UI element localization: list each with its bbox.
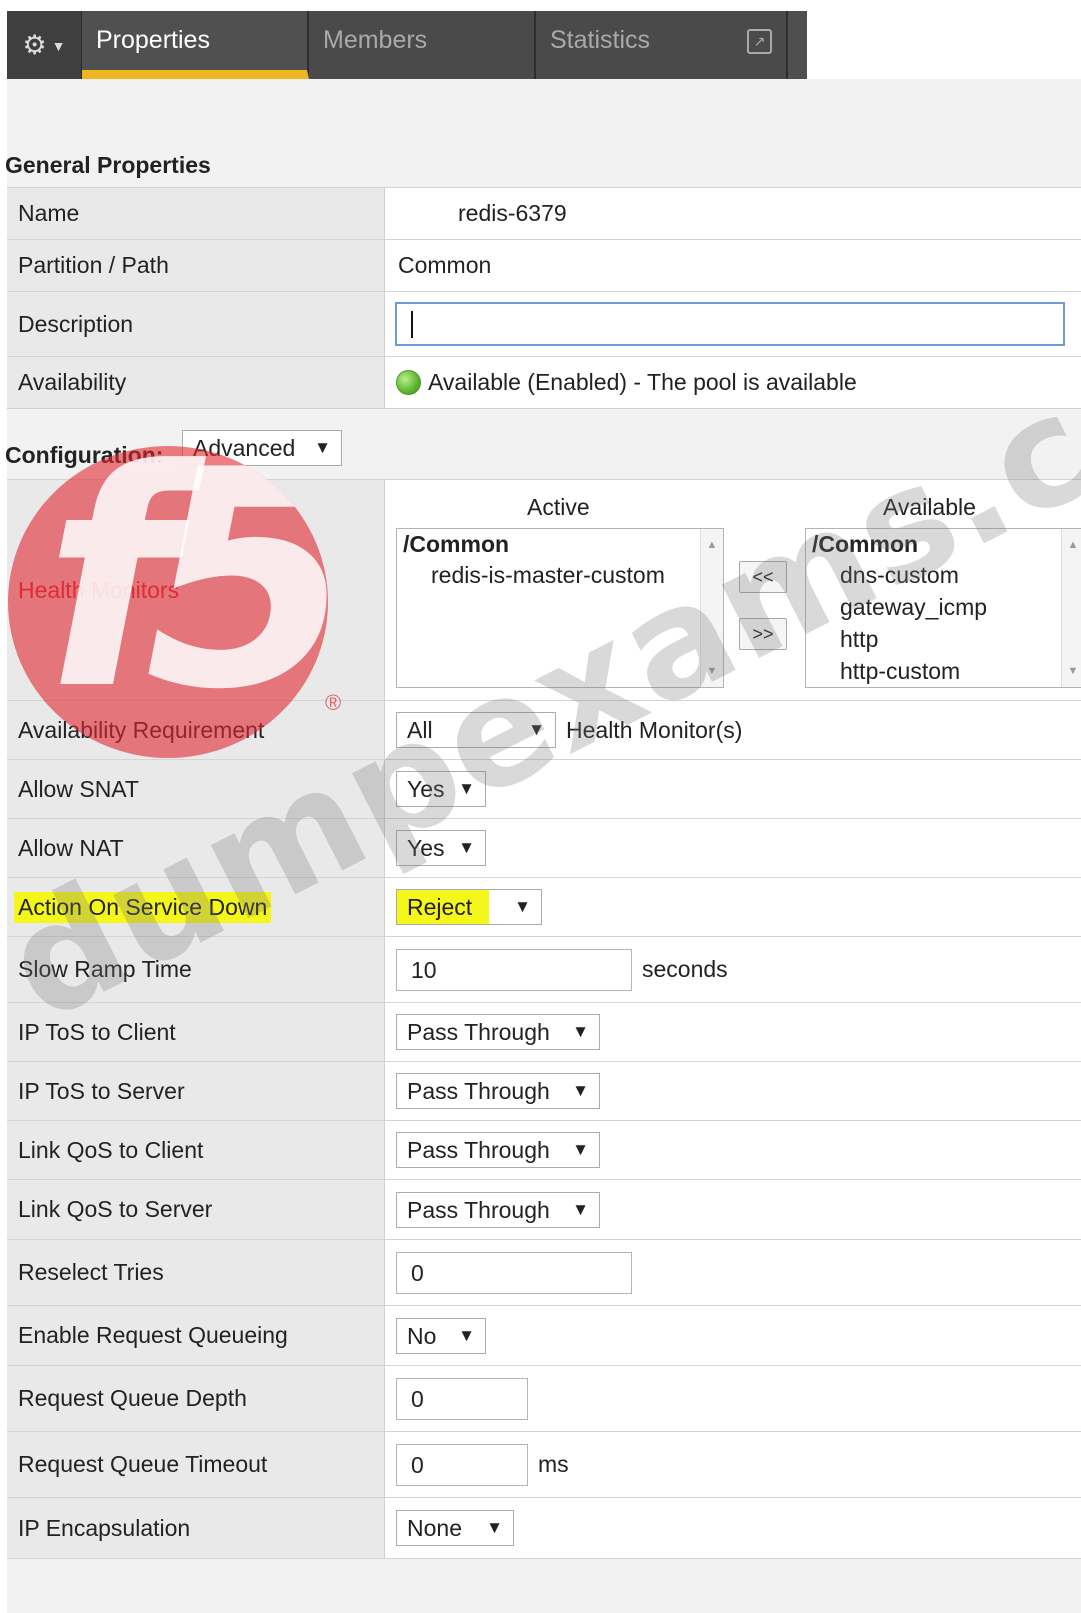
row-name: Name redis-6379 [7, 187, 1081, 239]
gear-icon: ⚙ [22, 30, 47, 60]
tab-members-label: Members [323, 26, 428, 54]
chevron-down-icon: ▼ [572, 1199, 589, 1219]
tab-statistics[interactable]: Statistics ↗ [536, 11, 788, 79]
request-queue-depth-input[interactable]: 0 [396, 1377, 528, 1420]
row-link-qos-client: Link QoS to Client Pass Through ▼ [7, 1120, 1081, 1179]
row-ip-tos-server: IP ToS to Server Pass Through ▼ [7, 1061, 1081, 1120]
slow-ramp-time-input[interactable]: 10 [396, 948, 632, 991]
f5-logo-watermark: f5 [8, 446, 328, 758]
slow-ramp-time-value: 10 [411, 956, 437, 983]
link-qos-server-label: Link QoS to Server [7, 1180, 385, 1239]
ip-encapsulation-select[interactable]: None ▼ [396, 1510, 514, 1546]
request-queue-timeout-unit: ms [538, 1451, 569, 1477]
chevron-down-icon: ▼ [572, 1081, 589, 1100]
availability-value: Available (Enabled) - The pool is availa… [428, 369, 857, 395]
gear-menu-button[interactable]: ⚙ ▼ [7, 11, 82, 79]
request-queue-timeout-label: Request Queue Timeout [7, 1432, 385, 1497]
request-queue-depth-label: Request Queue Depth [7, 1366, 385, 1431]
ip-encapsulation-label: IP Encapsulation [7, 1498, 385, 1558]
footer-band [7, 1559, 1081, 1613]
enable-request-queueing-value: No [407, 1322, 437, 1349]
row-ip-encapsulation: IP Encapsulation None ▼ [7, 1497, 1081, 1559]
chevron-down-icon: ▼ [572, 1140, 589, 1159]
chevron-down-icon: ▼ [51, 38, 66, 54]
row-reselect-tries: Reselect Tries 0 [7, 1239, 1081, 1305]
ip-tos-server-select[interactable]: Pass Through ▼ [396, 1073, 600, 1109]
request-queue-timeout-value: 0 [411, 1451, 424, 1478]
reselect-tries-label: Reselect Tries [7, 1240, 385, 1305]
description-label: Description [7, 292, 385, 356]
row-link-qos-server: Link QoS to Server Pass Through ▼ [7, 1179, 1081, 1239]
chevron-down-icon: ▼ [458, 1325, 475, 1345]
ip-tos-server-label: IP ToS to Server [7, 1062, 385, 1120]
name-label: Name [7, 188, 385, 239]
link-qos-client-label: Link QoS to Client [7, 1121, 385, 1179]
action-on-service-down-value: Reject [397, 890, 489, 924]
row-availability: Availability Available (Enabled) - The p… [7, 356, 1081, 408]
tab-members[interactable]: Members [309, 11, 536, 79]
external-link-icon[interactable]: ↗ [747, 29, 772, 54]
chevron-down-icon: ▼ [572, 1022, 589, 1041]
partition-value: Common [385, 240, 1081, 291]
row-enable-request-queueing: Enable Request Queueing No ▼ [7, 1305, 1081, 1365]
chevron-down-icon: ▼ [486, 1518, 503, 1537]
tab-properties[interactable]: Properties [82, 11, 309, 79]
link-qos-server-select[interactable]: Pass Through ▼ [396, 1191, 600, 1228]
general-properties-title: General Properties [5, 152, 211, 178]
scroll-down-icon[interactable]: ▼ [1062, 665, 1081, 677]
ip-tos-server-value: Pass Through [407, 1078, 550, 1104]
reselect-tries-input[interactable]: 0 [396, 1251, 632, 1294]
link-qos-client-select[interactable]: Pass Through ▼ [396, 1132, 600, 1168]
row-request-queue-timeout: Request Queue Timeout 0 ms [7, 1431, 1081, 1497]
reselect-tries-value: 0 [411, 1259, 424, 1286]
ip-tos-client-select[interactable]: Pass Through ▼ [396, 1014, 600, 1050]
row-ip-tos-client: IP ToS to Client Pass Through ▼ [7, 1002, 1081, 1061]
row-request-queue-depth: Request Queue Depth 0 [7, 1365, 1081, 1431]
f5-logo-text: f5 [44, 446, 328, 755]
status-available-icon [396, 370, 421, 395]
list-item[interactable]: http-custom [806, 655, 1081, 687]
chevron-down-icon: ▼ [514, 897, 531, 916]
name-value: redis-6379 [385, 188, 1081, 239]
registered-mark: ® [325, 690, 342, 715]
row-partition: Partition / Path Common [7, 239, 1081, 291]
text-cursor [411, 311, 413, 338]
request-queue-timeout-input[interactable]: 0 [396, 1443, 528, 1486]
tab-bar: ⚙ ▼ Properties Members Statistics ↗ [7, 11, 807, 79]
action-on-service-down-select[interactable]: Reject ▼ [396, 889, 542, 925]
link-qos-client-value: Pass Through [407, 1137, 550, 1163]
availability-label: Availability [7, 357, 385, 408]
enable-request-queueing-select[interactable]: No ▼ [396, 1317, 486, 1354]
active-list-header: Active [527, 494, 590, 520]
link-qos-server-value: Pass Through [407, 1196, 550, 1223]
description-input[interactable] [395, 302, 1065, 346]
partition-label: Partition / Path [7, 240, 385, 291]
ip-tos-client-value: Pass Through [407, 1019, 550, 1045]
enable-request-queueing-label: Enable Request Queueing [7, 1306, 385, 1365]
row-description: Description [7, 291, 1081, 356]
tab-statistics-label: Statistics [550, 26, 651, 54]
tab-properties-label: Properties [96, 26, 210, 54]
slow-ramp-time-unit: seconds [642, 956, 728, 982]
scrollbar[interactable]: ▲ ▼ [1061, 529, 1081, 687]
request-queue-depth-value: 0 [411, 1385, 424, 1412]
ip-encapsulation-value: None [407, 1515, 462, 1541]
